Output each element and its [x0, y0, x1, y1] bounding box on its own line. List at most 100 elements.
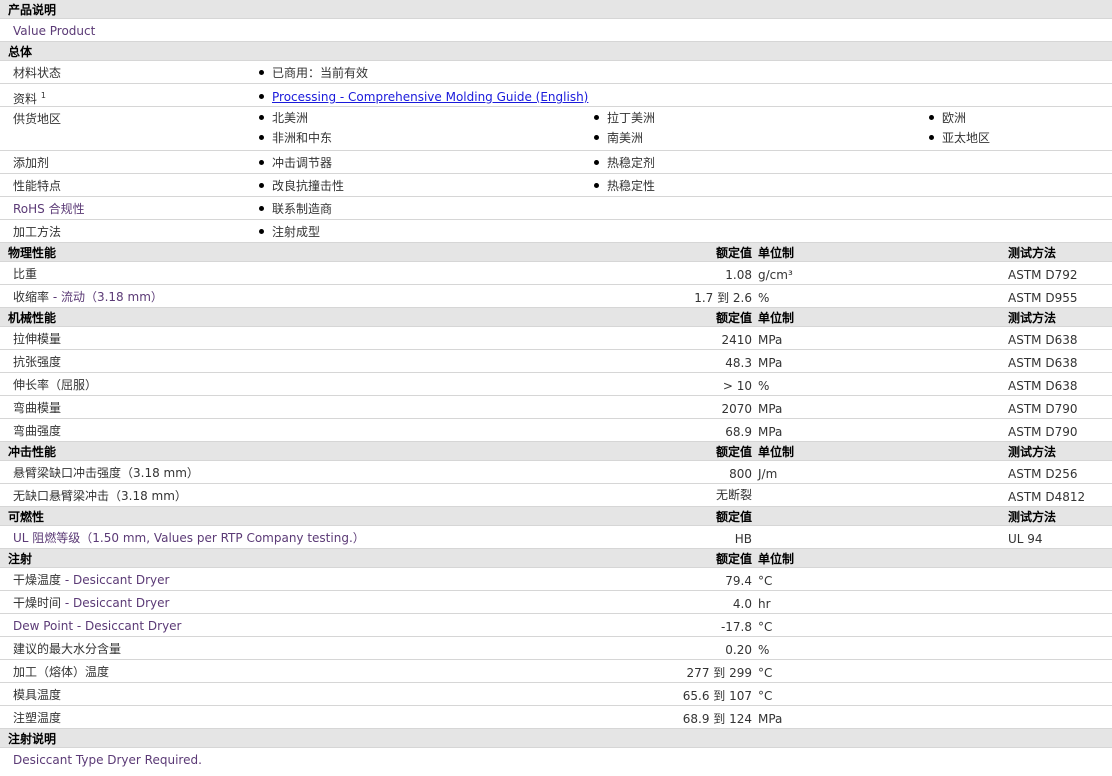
table-row: 干燥时间 - Desiccant Dryer 4.0 hr	[0, 591, 1112, 614]
bullet-icon	[259, 70, 264, 75]
name-text: 收缩率	[13, 290, 50, 304]
processing-guide-link[interactable]: Processing - Comprehensive Molding Guide…	[272, 90, 588, 104]
table-row: 加工（熔体）温度 277 到 299 °C	[0, 660, 1112, 683]
property-name: 抗张强度	[13, 355, 62, 369]
property-name: 拉伸模量	[13, 332, 62, 346]
table-row: Dew Point - Desiccant Dryer -17.8 °C	[0, 614, 1112, 637]
region-item: 欧洲	[929, 111, 966, 125]
property-name: 模具温度	[13, 688, 61, 702]
row-value: 注射成型	[259, 225, 320, 239]
unit: MPa	[758, 333, 783, 347]
table-row: UL 阻燃等级（1.50 mm, Values per RTP Company …	[0, 526, 1112, 549]
nominal-value: 2410	[721, 333, 752, 347]
test-method: ASTM D256	[1008, 467, 1078, 481]
column-method: 测试方法	[1008, 510, 1057, 524]
column-unit: 单位制	[758, 246, 795, 260]
column-method: 测试方法	[1008, 311, 1057, 325]
column-unit: 单位制	[758, 552, 795, 566]
unit: MPa	[758, 402, 783, 416]
region-item: 亚太地区	[929, 131, 990, 145]
bullet-icon	[594, 183, 599, 188]
region-item: 非洲和中东	[259, 131, 332, 145]
test-method: ASTM D790	[1008, 402, 1078, 416]
name-text: 干燥温度	[13, 573, 62, 587]
property-name: UL 阻燃等级（1.50 mm, Values per RTP Company …	[13, 531, 365, 545]
row-value: 已商用：当前有效	[259, 66, 368, 80]
nominal-value: 65.6 到 107	[682, 689, 752, 703]
row-label: 性能特点	[13, 179, 62, 193]
bullet-icon	[259, 229, 264, 234]
value-text: 已商用：当前有效	[272, 66, 369, 80]
property-name: 加工（熔体）温度	[13, 665, 109, 679]
row-value: 联系制造商	[259, 202, 332, 216]
unit: %	[758, 379, 770, 393]
bullet-icon	[259, 183, 264, 188]
general-row-additives: 添加剂 冲击调节器 热稳定剂	[0, 151, 1112, 174]
column-unit: 单位制	[758, 445, 795, 459]
unit: hr	[758, 597, 771, 611]
name-text: 加工（熔体）温度	[13, 665, 110, 679]
row-label: RoHS 合规性	[13, 202, 85, 216]
product-description-row: Value Product	[0, 19, 1112, 42]
unit: MPa	[758, 425, 783, 439]
property-name: 干燥温度 - Desiccant Dryer	[13, 573, 169, 587]
row-value: Processing - Comprehensive Molding Guide…	[259, 90, 588, 104]
region-text: 拉丁美洲	[607, 111, 656, 125]
bullet-icon	[259, 94, 264, 99]
unit: °C	[758, 666, 773, 680]
row-label: 资料 1	[13, 89, 46, 106]
unit: g/cm³	[758, 268, 793, 282]
test-method: UL 94	[1008, 532, 1043, 546]
section-title: 机械性能	[8, 311, 57, 325]
value-text: 热稳定性	[607, 179, 656, 193]
region-item: 拉丁美洲	[594, 111, 655, 125]
general-row-features: 性能特点 改良抗撞击性 热稳定性	[0, 174, 1112, 197]
unit: MPa	[758, 712, 783, 726]
section-header-impact: 冲击性能 额定值 单位制 测试方法	[0, 442, 1112, 461]
nominal-value: 2070	[721, 402, 752, 416]
bullet-icon	[259, 135, 264, 140]
section-header-general: 总体	[0, 42, 1112, 61]
bullet-icon	[594, 115, 599, 120]
name-suffix: - 流动（3.18 mm）	[49, 290, 163, 304]
product-description: Value Product	[13, 24, 96, 38]
injection-note-row: Desiccant Type Dryer Required.	[0, 748, 1112, 771]
row-label: 供货地区	[13, 112, 62, 126]
general-row-regions: 供货地区 北美洲 拉丁美洲 欧洲 非洲和中东 南美洲 亚太地区	[0, 107, 1112, 151]
value-text: 改良抗撞击性	[272, 179, 345, 193]
property-name: 干燥时间 - Desiccant Dryer	[13, 596, 169, 610]
unit: °C	[758, 574, 773, 588]
value-text: 联系制造商	[272, 202, 333, 216]
table-row: 抗张强度 48.3 MPa ASTM D638	[0, 350, 1112, 373]
bullet-icon	[929, 115, 934, 120]
test-method: ASTM D790	[1008, 425, 1078, 439]
region-text: 非洲和中东	[272, 131, 333, 145]
value-text: 热稳定剂	[607, 156, 656, 170]
nominal-value: > 10	[722, 379, 752, 393]
section-header-mechanical: 机械性能 额定值 单位制 测试方法	[0, 308, 1112, 327]
property-name: 比重	[13, 267, 37, 281]
nominal-value: 1.7 到 2.6	[694, 291, 752, 305]
nominal-value: 0.20	[725, 643, 752, 657]
property-name: 无缺口悬臂梁冲击（3.18 mm）	[13, 489, 187, 503]
section-title: 总体	[8, 45, 33, 59]
test-method: ASTM D955	[1008, 291, 1078, 305]
name-text: 模具温度	[13, 688, 62, 702]
column-nominal: 额定值	[715, 552, 752, 566]
column-unit: 单位制	[758, 311, 795, 325]
nominal-value: 68.9	[725, 425, 752, 439]
bullet-icon	[929, 135, 934, 140]
feature-item: 改良抗撞击性	[259, 179, 344, 193]
additive-item: 冲击调节器	[259, 156, 332, 170]
bullet-icon	[259, 115, 264, 120]
bullet-icon	[594, 160, 599, 165]
section-title: 注射	[8, 552, 33, 566]
footnote-mark: 1	[40, 91, 46, 100]
test-method: ASTM D792	[1008, 268, 1078, 282]
property-name: 伸长率（屈服）	[13, 378, 98, 392]
table-row: 注塑温度 68.9 到 124 MPa	[0, 706, 1112, 729]
section-title: 可燃性	[8, 510, 45, 524]
property-name: 弯曲模量	[13, 401, 62, 415]
table-row: 建议的最大水分含量 0.20 %	[0, 637, 1112, 660]
table-row: 悬臂梁缺口冲击强度（3.18 mm） 800 J/m ASTM D256	[0, 461, 1112, 484]
